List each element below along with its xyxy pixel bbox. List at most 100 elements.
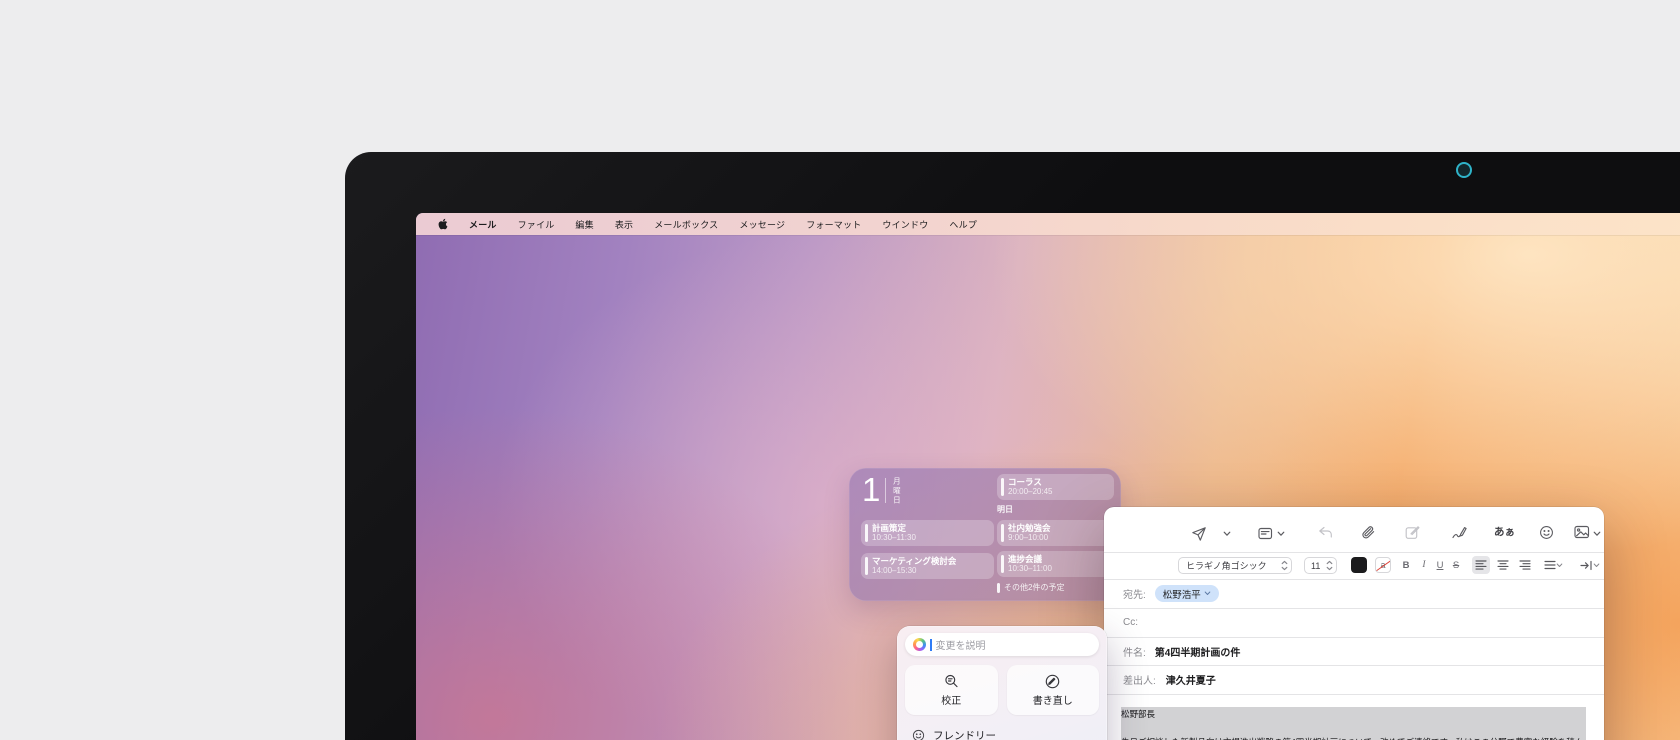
subject-field[interactable]: 件名: 第4四半期計画の件 [1104, 637, 1604, 665]
tone-friendly-label: フレンドリー [933, 728, 996, 740]
event-color-bar [1001, 478, 1004, 496]
proofread-magnifier-icon [944, 674, 959, 689]
strikethrough-button[interactable]: S [1449, 556, 1463, 574]
event-color-bar [1001, 555, 1004, 573]
underline-button[interactable]: U [1433, 556, 1447, 574]
to-label: 宛先: [1123, 586, 1146, 601]
writing-tools-popover: 変更を説明 校正 書き直し フレンドリー プロフェッショナル [897, 626, 1107, 740]
cc-field[interactable]: Cc: [1104, 608, 1604, 637]
widget-date-divider [885, 478, 886, 503]
tone-friendly-item[interactable]: フレンドリー [905, 726, 1099, 740]
event-color-bar [997, 583, 1000, 593]
text-style-button[interactable]: あぁ [1494, 524, 1515, 539]
menu-item-help[interactable]: ヘルプ [949, 218, 977, 231]
align-left-button[interactable] [1472, 556, 1490, 574]
event-color-bar [865, 524, 868, 542]
rewrite-pencil-circle-icon [1045, 674, 1060, 689]
apple-intelligence-icon [913, 638, 926, 651]
send-icon[interactable] [1191, 526, 1207, 542]
stepper-icon [1326, 560, 1333, 571]
marketing-canvas: メール ファイル 編集 表示 メールボックス メッセージ フォーマット ウインド… [0, 0, 1680, 740]
text-style-label: あぁ [1494, 524, 1515, 539]
font-family-value: ヒラギノ角ゴシック [1186, 559, 1267, 572]
rewrite-label: 書き直し [1033, 692, 1073, 707]
menu-item-file[interactable]: ファイル [518, 218, 555, 231]
event-time: 9:00–10:00 [1008, 533, 1051, 543]
describe-change-input[interactable]: 変更を説明 [905, 633, 1099, 656]
menu-bar: メール ファイル 編集 表示 メールボックス メッセージ フォーマット ウインド… [416, 213, 1680, 235]
body-paragraph: 先日ご相談した新製品向け市場進出戦略の第4四半期計画について、改めてご連絡です。… [1121, 735, 1586, 740]
event-color-bar [865, 557, 868, 575]
font-family-select[interactable]: ヒラギノ角ゴシック [1178, 557, 1292, 574]
event-title: 社内勉強会 [1008, 523, 1051, 533]
desktop-screen: メール ファイル 編集 表示 メールボックス メッセージ フォーマット ウインド… [416, 213, 1680, 740]
recipient-token[interactable]: 松野浩平 [1155, 585, 1219, 602]
event-time: 10:30–11:00 [1008, 564, 1052, 574]
stepper-icon [1281, 560, 1288, 571]
menu-item-format[interactable]: フォーマット [806, 218, 861, 231]
event-study-session[interactable]: 社内勉強会 9:00–10:00 [997, 520, 1114, 546]
attach-icon[interactable] [1361, 525, 1376, 540]
menu-item-edit[interactable]: 編集 [575, 218, 593, 231]
smiley-icon [912, 729, 925, 740]
widget-more-events[interactable]: その他2件の予定 [997, 581, 1064, 594]
photo-chevron-icon[interactable] [1593, 531, 1601, 537]
photo-icon[interactable] [1574, 525, 1590, 539]
header-fields-icon[interactable] [1258, 526, 1275, 541]
menu-item-app-mail[interactable]: メール [469, 218, 497, 231]
indent-button[interactable] [1577, 556, 1603, 574]
align-center-button[interactable] [1494, 556, 1512, 574]
background-color-swatch[interactable]: a [1375, 557, 1391, 573]
widget-date-number: 1 [862, 471, 879, 509]
widget-weekday: 月曜日 [891, 477, 902, 506]
calendar-widget[interactable]: 1 月曜日 計画策定 10:30–11:30 マーケティング検討会 14:0 [849, 468, 1121, 601]
event-title: 計画策定 [872, 523, 916, 533]
cc-label: Cc: [1123, 617, 1138, 628]
subject-value: 第4四半期計画の件 [1155, 644, 1241, 659]
menu-item-view[interactable]: 表示 [615, 218, 633, 231]
event-title: コーラス [1008, 477, 1053, 487]
event-color-bar [1001, 524, 1004, 542]
bold-button[interactable]: B [1399, 556, 1413, 574]
widget-date: 1 月曜日 [862, 471, 902, 509]
reply-icon [1318, 526, 1333, 539]
apple-menu[interactable] [438, 218, 448, 230]
event-time: 14:00–15:30 [872, 566, 956, 576]
message-body[interactable]: 松野部長 先日ご相談した新製品向け市場進出戦略の第4四半期計画について、改めてご… [1121, 694, 1586, 740]
menu-item-message[interactable]: メッセージ [739, 218, 785, 231]
signature-icon[interactable] [1452, 526, 1468, 539]
compose-icon [1405, 525, 1420, 540]
menu-item-window[interactable]: ウインドウ [882, 218, 928, 231]
event-time: 10:30–11:30 [872, 533, 916, 543]
event-title: マーケティング検討会 [872, 556, 956, 566]
align-right-button[interactable] [1516, 556, 1534, 574]
recipient-chevron-icon [1204, 591, 1211, 596]
recipient-name: 松野浩平 [1163, 587, 1201, 601]
text-color-swatch[interactable] [1351, 557, 1367, 573]
event-time: 20:00–20:45 [1008, 487, 1053, 497]
event-chorus[interactable]: コーラス 20:00–20:45 [997, 474, 1114, 500]
font-size-select[interactable]: 11 [1304, 557, 1337, 574]
event-progress-meeting[interactable]: 進捗会議 10:30–11:00 [997, 551, 1114, 577]
event-marketing-review[interactable]: マーケティング検討会 14:00–15:30 [861, 553, 994, 579]
subject-label: 件名: [1123, 644, 1146, 659]
list-style-button[interactable] [1540, 556, 1566, 574]
send-options-chevron-icon[interactable] [1223, 531, 1231, 537]
to-field[interactable]: 宛先: 松野浩平 [1104, 579, 1604, 608]
help-badge-icon[interactable] [1456, 162, 1472, 178]
rewrite-button[interactable]: 書き直し [1007, 665, 1100, 715]
emoji-icon[interactable] [1539, 525, 1554, 540]
selected-text-block: 松野部長 先日ご相談した新製品向け市場進出戦略の第4四半期計画について、改めてご… [1121, 707, 1586, 740]
from-label: 差出人: [1123, 672, 1156, 687]
header-fields-chevron-icon[interactable] [1277, 531, 1285, 537]
text-caret [930, 639, 932, 651]
italic-button[interactable]: I [1417, 556, 1431, 574]
body-greeting: 松野部長 [1121, 707, 1586, 721]
from-value: 津久井夏子 [1166, 672, 1216, 687]
more-events-label: その他2件の予定 [1004, 582, 1064, 593]
menu-item-mailbox[interactable]: メールボックス [654, 218, 718, 231]
proofread-button[interactable]: 校正 [905, 665, 998, 715]
event-planning[interactable]: 計画策定 10:30–11:30 [861, 520, 994, 546]
from-field[interactable]: 差出人: 津久井夏子 [1104, 665, 1604, 694]
input-placeholder: 変更を説明 [936, 637, 986, 652]
